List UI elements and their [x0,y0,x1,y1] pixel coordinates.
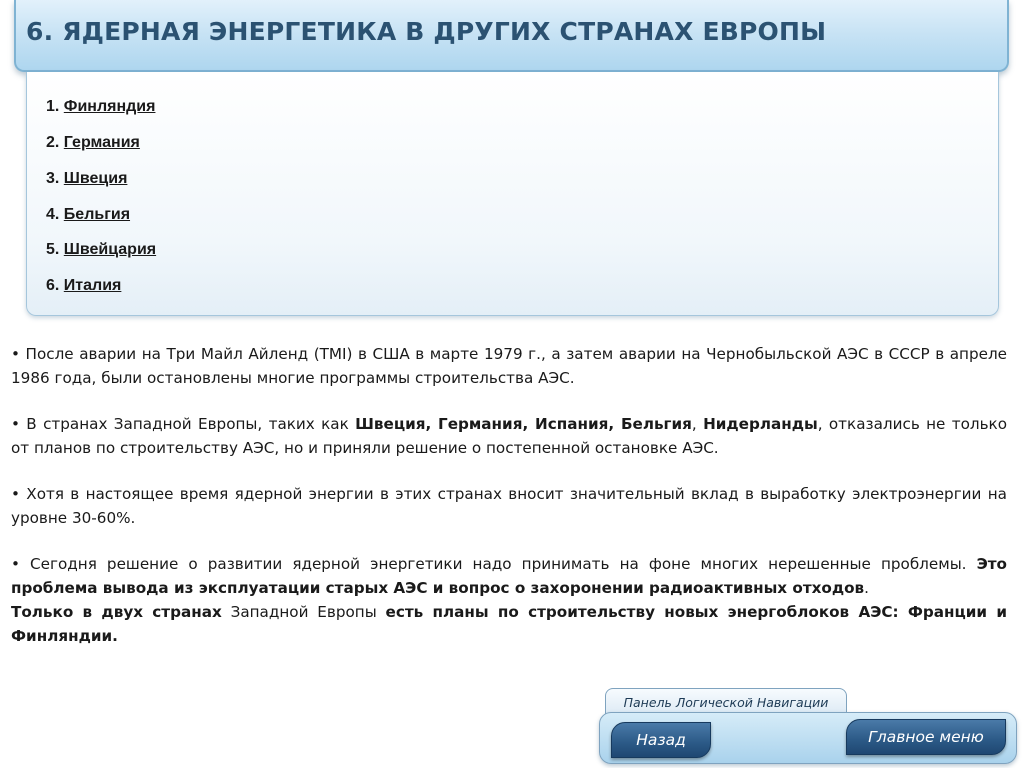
list-item: 2. Германия [46,134,140,152]
title-bar: 6. ЯДЕРНАЯ ЭНЕРГЕТИКА В ДРУГИХ СТРАНАХ Е… [14,0,1009,72]
paragraph-problems: • Сегодня решение о развитии ядерной эне… [11,555,1007,597]
list-item-number: 6. [46,277,64,294]
list-item-number: 1. [46,98,64,115]
paragraph-tmi-chernobyl: • После аварии на Три Майл Айленд (TMI) … [11,345,1007,387]
list-item-number: 2. [46,134,64,151]
list-item: 4. Бельгия [46,206,130,224]
list-item-number: 4. [46,206,64,223]
list-item-number: 3. [46,170,64,187]
paragraph-contribution: • Хотя в настоящее время ядерной энергии… [11,485,1007,527]
navigation-panel: Назад Главное меню [599,712,1017,764]
list-item: 5. Швейцария [46,241,156,259]
country-link-switzerland[interactable]: Швейцария [64,241,156,258]
back-button[interactable]: Назад [611,722,711,758]
country-list-panel: 1. Финляндия 2. Германия 3. Швеция 4. Бе… [26,72,999,316]
paragraph-western-europe: • В странах Западной Европы, таких как Ш… [11,415,1008,457]
country-link-finland[interactable]: Финляндия [64,98,156,115]
country-link-belgium[interactable]: Бельгия [64,206,130,223]
paragraph-new-plans: Только в двух странах Западной Европы ес… [11,603,1007,645]
country-link-italy[interactable]: Италия [64,277,122,294]
list-item: 1. Финляндия [46,98,155,116]
list-item: 3. Швеция [46,170,127,188]
list-item: 6. Италия [46,277,121,295]
country-link-germany[interactable]: Германия [64,134,140,151]
body-text: • После аварии на Три Майл Айленд (TMI) … [11,342,1007,648]
list-item-number: 5. [46,241,64,258]
main-menu-button[interactable]: Главное меню [846,719,1006,755]
country-link-sweden[interactable]: Швеция [64,170,128,187]
page-title: 6. ЯДЕРНАЯ ЭНЕРГЕТИКА В ДРУГИХ СТРАНАХ Е… [26,17,827,46]
